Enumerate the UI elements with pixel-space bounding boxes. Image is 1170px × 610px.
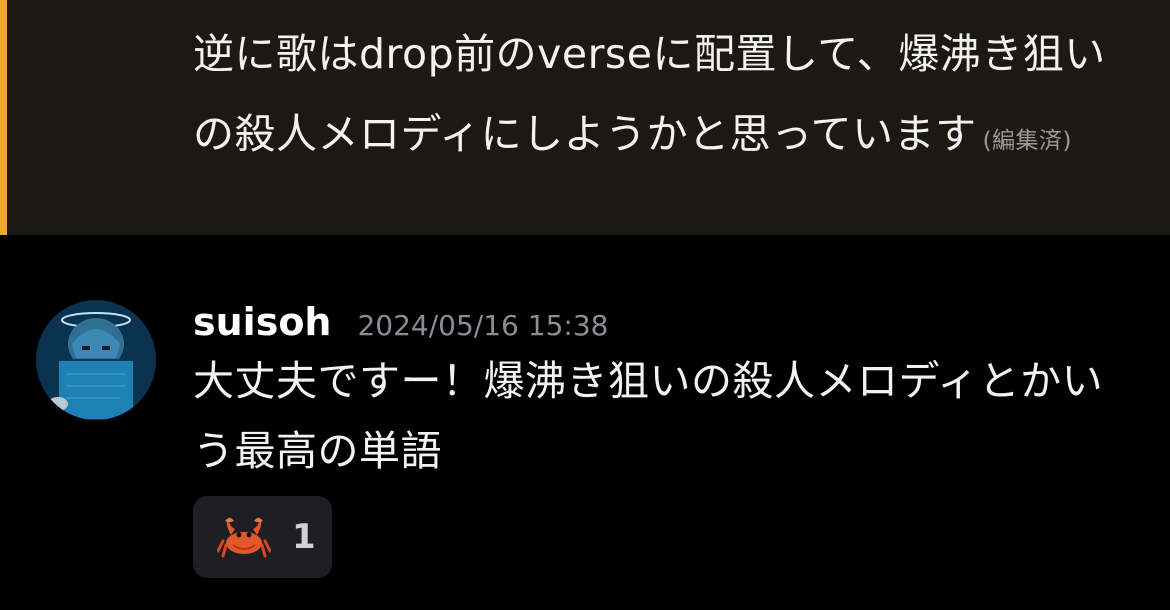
message-text: 逆に歌はdrop前のverseに配置して、爆沸き狙いの殺人メロディにしようかと思…: [193, 30, 1106, 158]
mention-accent-bar: [0, 0, 7, 235]
reaction-count: 1: [292, 517, 316, 557]
reaction-button[interactable]: 1: [193, 496, 332, 578]
reply-message-text: 大丈夫ですー！爆沸き狙いの殺人メロディとかいう最高の単語: [193, 357, 1104, 475]
highlighted-message[interactable]: 逆に歌はdrop前のverseに配置して、爆沸き狙いの殺人メロディにしようかと思…: [0, 0, 1170, 235]
user-avatar[interactable]: [36, 300, 156, 420]
edited-label: (編集済): [982, 128, 1073, 154]
avatar-illustration: [36, 300, 156, 420]
message-content: 逆に歌はdrop前のverseに配置して、爆沸き狙いの殺人メロディにしようかと思…: [193, 14, 1133, 181]
chat-view: 逆に歌はdrop前のverseに配置して、爆沸き狙いの殺人メロディにしようかと思…: [0, 0, 1170, 610]
username[interactable]: suisoh: [193, 300, 331, 344]
message-header: suisoh 2024/05/16 15:38: [193, 300, 608, 350]
crab-emoji-icon: [217, 517, 271, 558]
timestamp: 2024/05/16 15:38: [357, 309, 609, 342]
